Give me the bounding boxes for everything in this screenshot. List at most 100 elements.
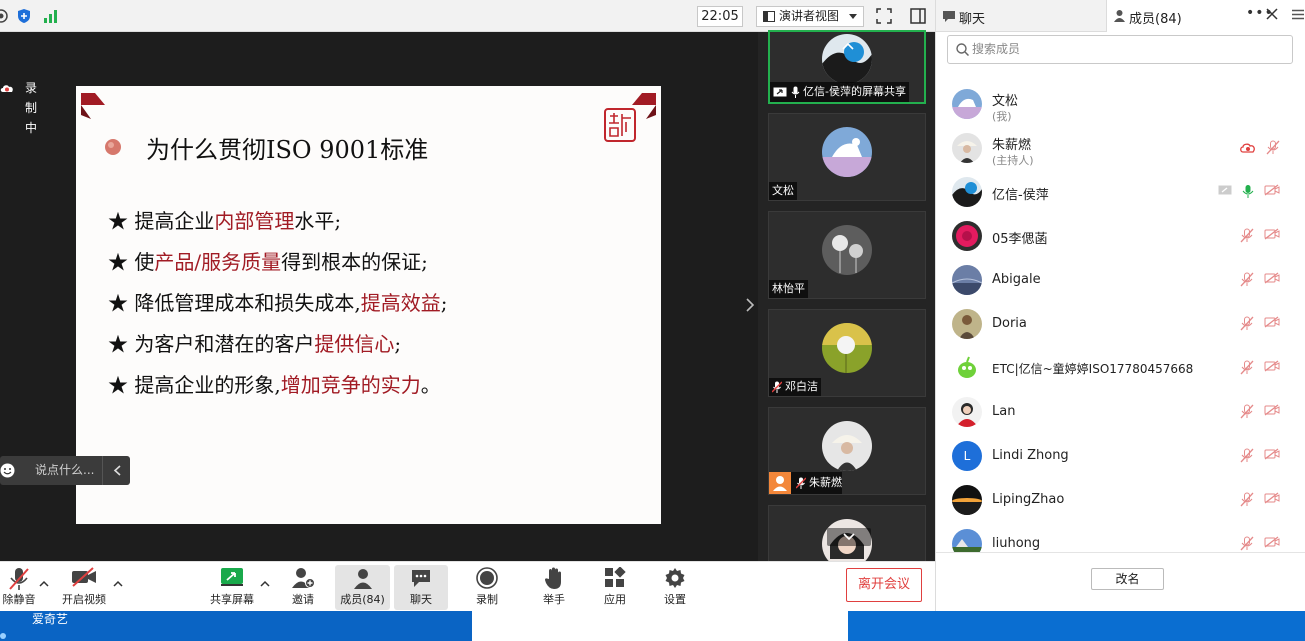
invite-button[interactable]: 邀请	[278, 562, 328, 612]
video-thumbnail[interactable]: 邓白洁	[768, 309, 926, 397]
fullscreen-icon[interactable]	[876, 8, 892, 24]
thumbnail-label: 亿信-侯萍的屏幕共享	[770, 82, 909, 102]
member-name: Lan	[992, 404, 1016, 419]
avatar	[822, 421, 872, 471]
member-row[interactable]: L Lindi Zhong	[936, 434, 1296, 478]
video-thumbnail[interactable]: 朱薪燃	[768, 407, 926, 495]
emoji-icon[interactable]	[0, 463, 15, 478]
chat-bubble-icon	[410, 568, 432, 588]
avatar	[822, 225, 872, 275]
video-thumbnail-strip: 亿信-侯萍的屏幕共享 文松 林怡平 邓白洁 朱薪燃	[758, 30, 935, 569]
settings-button[interactable]: 设置	[650, 562, 700, 612]
thumbnail-label: 林怡平	[769, 280, 808, 298]
members-icon	[1113, 9, 1126, 22]
member-row[interactable]: ETC|亿信~童婷婷ISO17780457668	[936, 346, 1296, 390]
member-row[interactable]: Abigale	[936, 258, 1296, 302]
share-screen-label: 共享屏幕	[210, 593, 254, 606]
taskbar-app-icon[interactable]	[0, 631, 8, 641]
quick-chat-input[interactable]: 说点什么...	[0, 456, 130, 485]
member-row[interactable]: LipingZhao	[936, 478, 1296, 522]
tab-members[interactable]: 成员(84) •••	[1106, 0, 1305, 32]
cloud-record-icon	[0, 83, 14, 93]
avatar	[952, 221, 982, 251]
video-thumbnail[interactable]: 亿信-侯萍的屏幕共享	[768, 30, 926, 104]
leave-meeting-button[interactable]: 离开会议	[846, 568, 922, 602]
video-muted-icon	[1264, 228, 1280, 240]
start-video-button[interactable]: 开启视频	[56, 562, 112, 612]
avatar	[952, 89, 982, 119]
mic-muted-icon	[1240, 360, 1254, 375]
thumbnail-label: 文松	[769, 182, 797, 200]
tab-chat[interactable]: 聊天	[936, 0, 1106, 32]
video-muted-icon	[1264, 404, 1280, 416]
chat-label: 聊天	[410, 593, 432, 606]
member-row[interactable]: Doria	[936, 302, 1296, 346]
presentation-slide: 为什么贯彻ISO 9001标准 ★ 提高企业内部管理水平; ★ 使产品/服务质量…	[76, 86, 661, 524]
video-thumbnail[interactable]: 文松	[768, 113, 926, 201]
meeting-timer: 22:05	[697, 6, 743, 27]
chevron-down-icon	[843, 533, 855, 541]
member-row[interactable]: 亿信-侯萍	[936, 170, 1296, 214]
unmute-button[interactable]: 除静音	[0, 562, 38, 612]
record-label: 录制	[476, 593, 498, 606]
member-role: (主持人)	[992, 154, 1034, 167]
avatar	[952, 309, 982, 339]
invite-label: 邀请	[292, 593, 314, 606]
rename-button[interactable]: 改名	[1091, 568, 1164, 590]
member-name: LipingZhao	[992, 492, 1065, 507]
members-icon	[352, 568, 374, 590]
side-panel: 聊天 成员(84) ••• 搜索成员 文松 (我) 朱薪燃 (主持人) 亿信-侯…	[935, 0, 1305, 611]
share-options-chevron-icon[interactable]	[260, 580, 270, 587]
video-options-chevron-icon[interactable]	[113, 580, 123, 587]
share-screen-button[interactable]: 共享屏幕	[204, 562, 260, 612]
seal-stamp-logo	[604, 108, 636, 142]
avatar	[822, 127, 872, 177]
side-panel-toggle-icon[interactable]	[910, 8, 926, 24]
video-muted-icon	[1264, 536, 1280, 548]
close-icon[interactable]	[1266, 8, 1278, 20]
member-name: Abigale	[992, 272, 1041, 287]
member-row[interactable]: liuhong	[936, 522, 1296, 552]
raise-hand-button[interactable]: 举手	[529, 562, 579, 612]
member-row[interactable]: 05李偲菡	[936, 214, 1296, 258]
slide-title: 为什么贯彻ISO 9001标准	[146, 136, 429, 164]
video-thumbnail[interactable]	[768, 505, 926, 569]
recording-label: 录制中	[25, 81, 38, 135]
chevron-up-icon[interactable]	[842, 42, 854, 50]
collapse-chat-button[interactable]	[102, 456, 130, 485]
audio-options-chevron-icon[interactable]	[39, 580, 49, 587]
host-badge-icon	[769, 472, 791, 494]
expand-thumbs-chevron-icon[interactable]	[746, 298, 755, 312]
mic-muted-icon	[1240, 448, 1254, 463]
avatar	[952, 485, 982, 515]
title-bullet-dot	[104, 138, 122, 156]
member-row[interactable]: Lan	[936, 390, 1296, 434]
taskbar-app-label[interactable]: 爱奇艺	[32, 611, 68, 627]
member-row[interactable]: 文松 (我)	[936, 82, 1296, 126]
member-row[interactable]: 朱薪燃 (主持人)	[936, 126, 1296, 170]
shield-icon[interactable]	[16, 8, 32, 24]
apps-button[interactable]: 应用	[590, 562, 640, 612]
menu-icon[interactable]	[1292, 9, 1304, 20]
thumbnail-label: 朱薪燃	[769, 472, 842, 494]
avatar	[822, 323, 872, 373]
video-muted-icon	[1264, 492, 1280, 504]
signal-icon[interactable]	[42, 8, 60, 24]
cloud-record-icon	[1240, 142, 1256, 153]
tab-members-label: 成员(84)	[1129, 12, 1182, 27]
video-thumbnail[interactable]: 林怡平	[768, 211, 926, 299]
share-screen-icon	[220, 567, 244, 587]
members-button[interactable]: 成员(84)	[335, 565, 390, 610]
mic-muted-icon	[772, 381, 782, 393]
view-mode-dropdown[interactable]: 演讲者视图	[756, 6, 864, 27]
avatar	[952, 265, 982, 295]
layout-icon	[763, 11, 775, 22]
scroll-down-button[interactable]	[827, 528, 871, 546]
slide-bullet: ★ 为客户和潜在的客户提供信心;	[108, 332, 402, 356]
slide-bullet: ★ 提高企业内部管理水平;	[108, 209, 342, 233]
video-muted-icon	[1264, 360, 1280, 372]
member-search-input[interactable]: 搜索成员	[947, 35, 1293, 64]
chat-button[interactable]: 聊天	[394, 565, 448, 610]
record-button[interactable]: 录制	[462, 562, 512, 612]
thumbnail-label: 邓白洁	[769, 378, 821, 396]
